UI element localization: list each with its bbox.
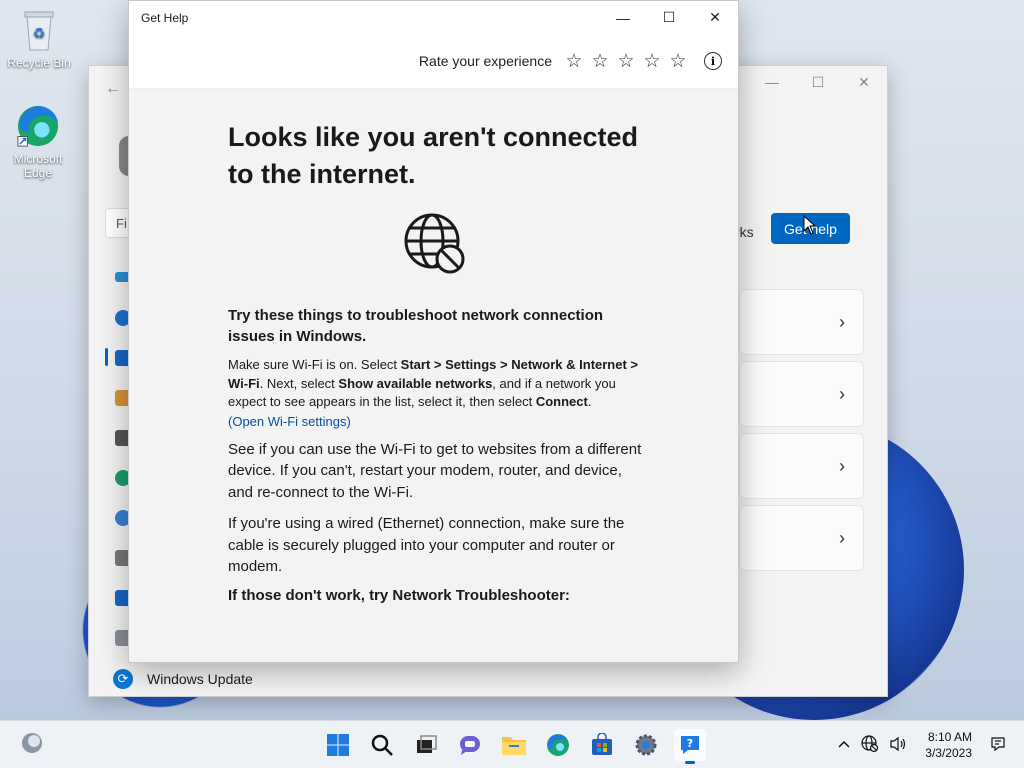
sidebar-item-label: Windows Update — [147, 671, 253, 687]
settings-card[interactable]: › — [739, 505, 864, 571]
clock-time: 8:10 AM — [927, 730, 972, 744]
widgets-icon[interactable] — [20, 731, 44, 755]
windows-update-icon: ⟳ — [113, 669, 133, 689]
get-help-window: Get Help — ☐ ✕ Rate your experience ☆ ☆ … — [128, 0, 739, 663]
help-content: Looks like you aren't connected to the i… — [228, 119, 648, 604]
desktop-icon-edge[interactable]: Microsoft Edge — [3, 104, 73, 180]
maximize-button[interactable]: ☐ — [646, 1, 692, 34]
wifi-instructions: Make sure Wi-Fi is on. Select Start > Se… — [228, 357, 639, 409]
chat-icon[interactable] — [454, 729, 486, 761]
troubleshooter-text: If those don't work, try Network Trouble… — [228, 586, 570, 604]
chevron-right-icon: › — [839, 312, 845, 332]
store-icon[interactable] — [586, 729, 618, 761]
svg-text:?: ? — [687, 737, 693, 750]
title-bar: Get Help — ☐ ✕ — [129, 1, 738, 34]
taskbar: ? 8:10 AM 3/3/2023 — [0, 720, 1024, 768]
chevron-right-icon: › — [839, 528, 845, 548]
open-wifi-settings-link[interactable]: (Open Wi-Fi settings) — [228, 414, 648, 429]
start-icon[interactable] — [322, 729, 354, 761]
star-icon-1[interactable]: ☆ — [564, 50, 584, 73]
file-explorer-icon[interactable] — [498, 729, 530, 761]
settings-card[interactable]: › — [739, 361, 864, 427]
star-icon-5[interactable]: ☆ — [668, 50, 688, 73]
other-device-text: See if you can use the Wi-Fi to get to w… — [228, 440, 642, 501]
settings-card[interactable]: › — [739, 289, 864, 355]
sidebar-item-windows-update[interactable]: ⟳ Windows Update — [113, 669, 253, 689]
chevron-right-icon: › — [839, 456, 845, 476]
taskbar-apps: ? — [322, 729, 706, 764]
page-title: Looks like you aren't connected to the i… — [228, 122, 639, 189]
window-controls: — ☐ ✕ — [600, 1, 738, 34]
recycle-bin-icon: ♻ — [17, 8, 61, 52]
search-icon[interactable] — [366, 729, 398, 761]
desktop-icon-recycle-bin[interactable]: ♻ Recycle Bin — [4, 8, 74, 70]
rating-bar: Rate your experience ☆ ☆ ☆ ☆ ☆ i — [129, 34, 738, 89]
desktop-icon-label: Microsoft Edge — [13, 152, 63, 180]
close-button[interactable]: ✕ — [692, 1, 738, 34]
close-icon[interactable]: ✕ — [841, 66, 887, 98]
info-icon[interactable]: i — [704, 52, 722, 70]
settings-card[interactable]: › — [739, 433, 864, 499]
ethernet-text: If you're using a wired (Ethernet) conne… — [228, 515, 625, 575]
task-view-icon[interactable] — [410, 729, 442, 761]
chevron-right-icon: › — [839, 384, 845, 404]
desktop-icon-label: Recycle Bin — [7, 56, 71, 70]
maximize-icon[interactable]: ☐ — [795, 66, 841, 98]
star-icon-3[interactable]: ☆ — [616, 50, 636, 73]
minimize-icon[interactable]: — — [749, 66, 795, 98]
minimize-button[interactable]: — — [600, 1, 646, 34]
settings-gear-icon[interactable] — [630, 729, 662, 761]
get-help-taskbar-icon[interactable]: ? — [674, 729, 706, 764]
network-globe-icon[interactable] — [861, 734, 879, 756]
clock[interactable]: 8:10 AM 3/3/2023 — [925, 729, 972, 761]
star-icon-4[interactable]: ☆ — [642, 50, 662, 73]
rate-label: Rate your experience — [418, 53, 552, 69]
svg-text:♻: ♻ — [33, 25, 46, 41]
mouse-cursor-icon — [803, 215, 817, 235]
troubleshoot-heading: Try these things to troubleshoot network… — [228, 307, 604, 345]
chevron-up-icon[interactable] — [837, 738, 851, 752]
star-icon-2[interactable]: ☆ — [590, 50, 610, 73]
back-arrow-icon[interactable]: ← — [105, 80, 121, 98]
clock-date: 3/3/2023 — [925, 746, 972, 760]
edge-icon — [16, 104, 60, 148]
window-title: Get Help — [141, 10, 189, 25]
system-tray: 8:10 AM 3/3/2023 — [837, 721, 1006, 768]
notification-icon[interactable] — [990, 736, 1006, 755]
edge-browser-icon[interactable] — [542, 729, 574, 761]
volume-icon[interactable] — [889, 736, 907, 755]
nav-selection-indicator — [105, 348, 108, 366]
settings-window-controls: — ☐ ✕ — [749, 66, 887, 98]
globe-blocked-icon — [404, 213, 468, 277]
